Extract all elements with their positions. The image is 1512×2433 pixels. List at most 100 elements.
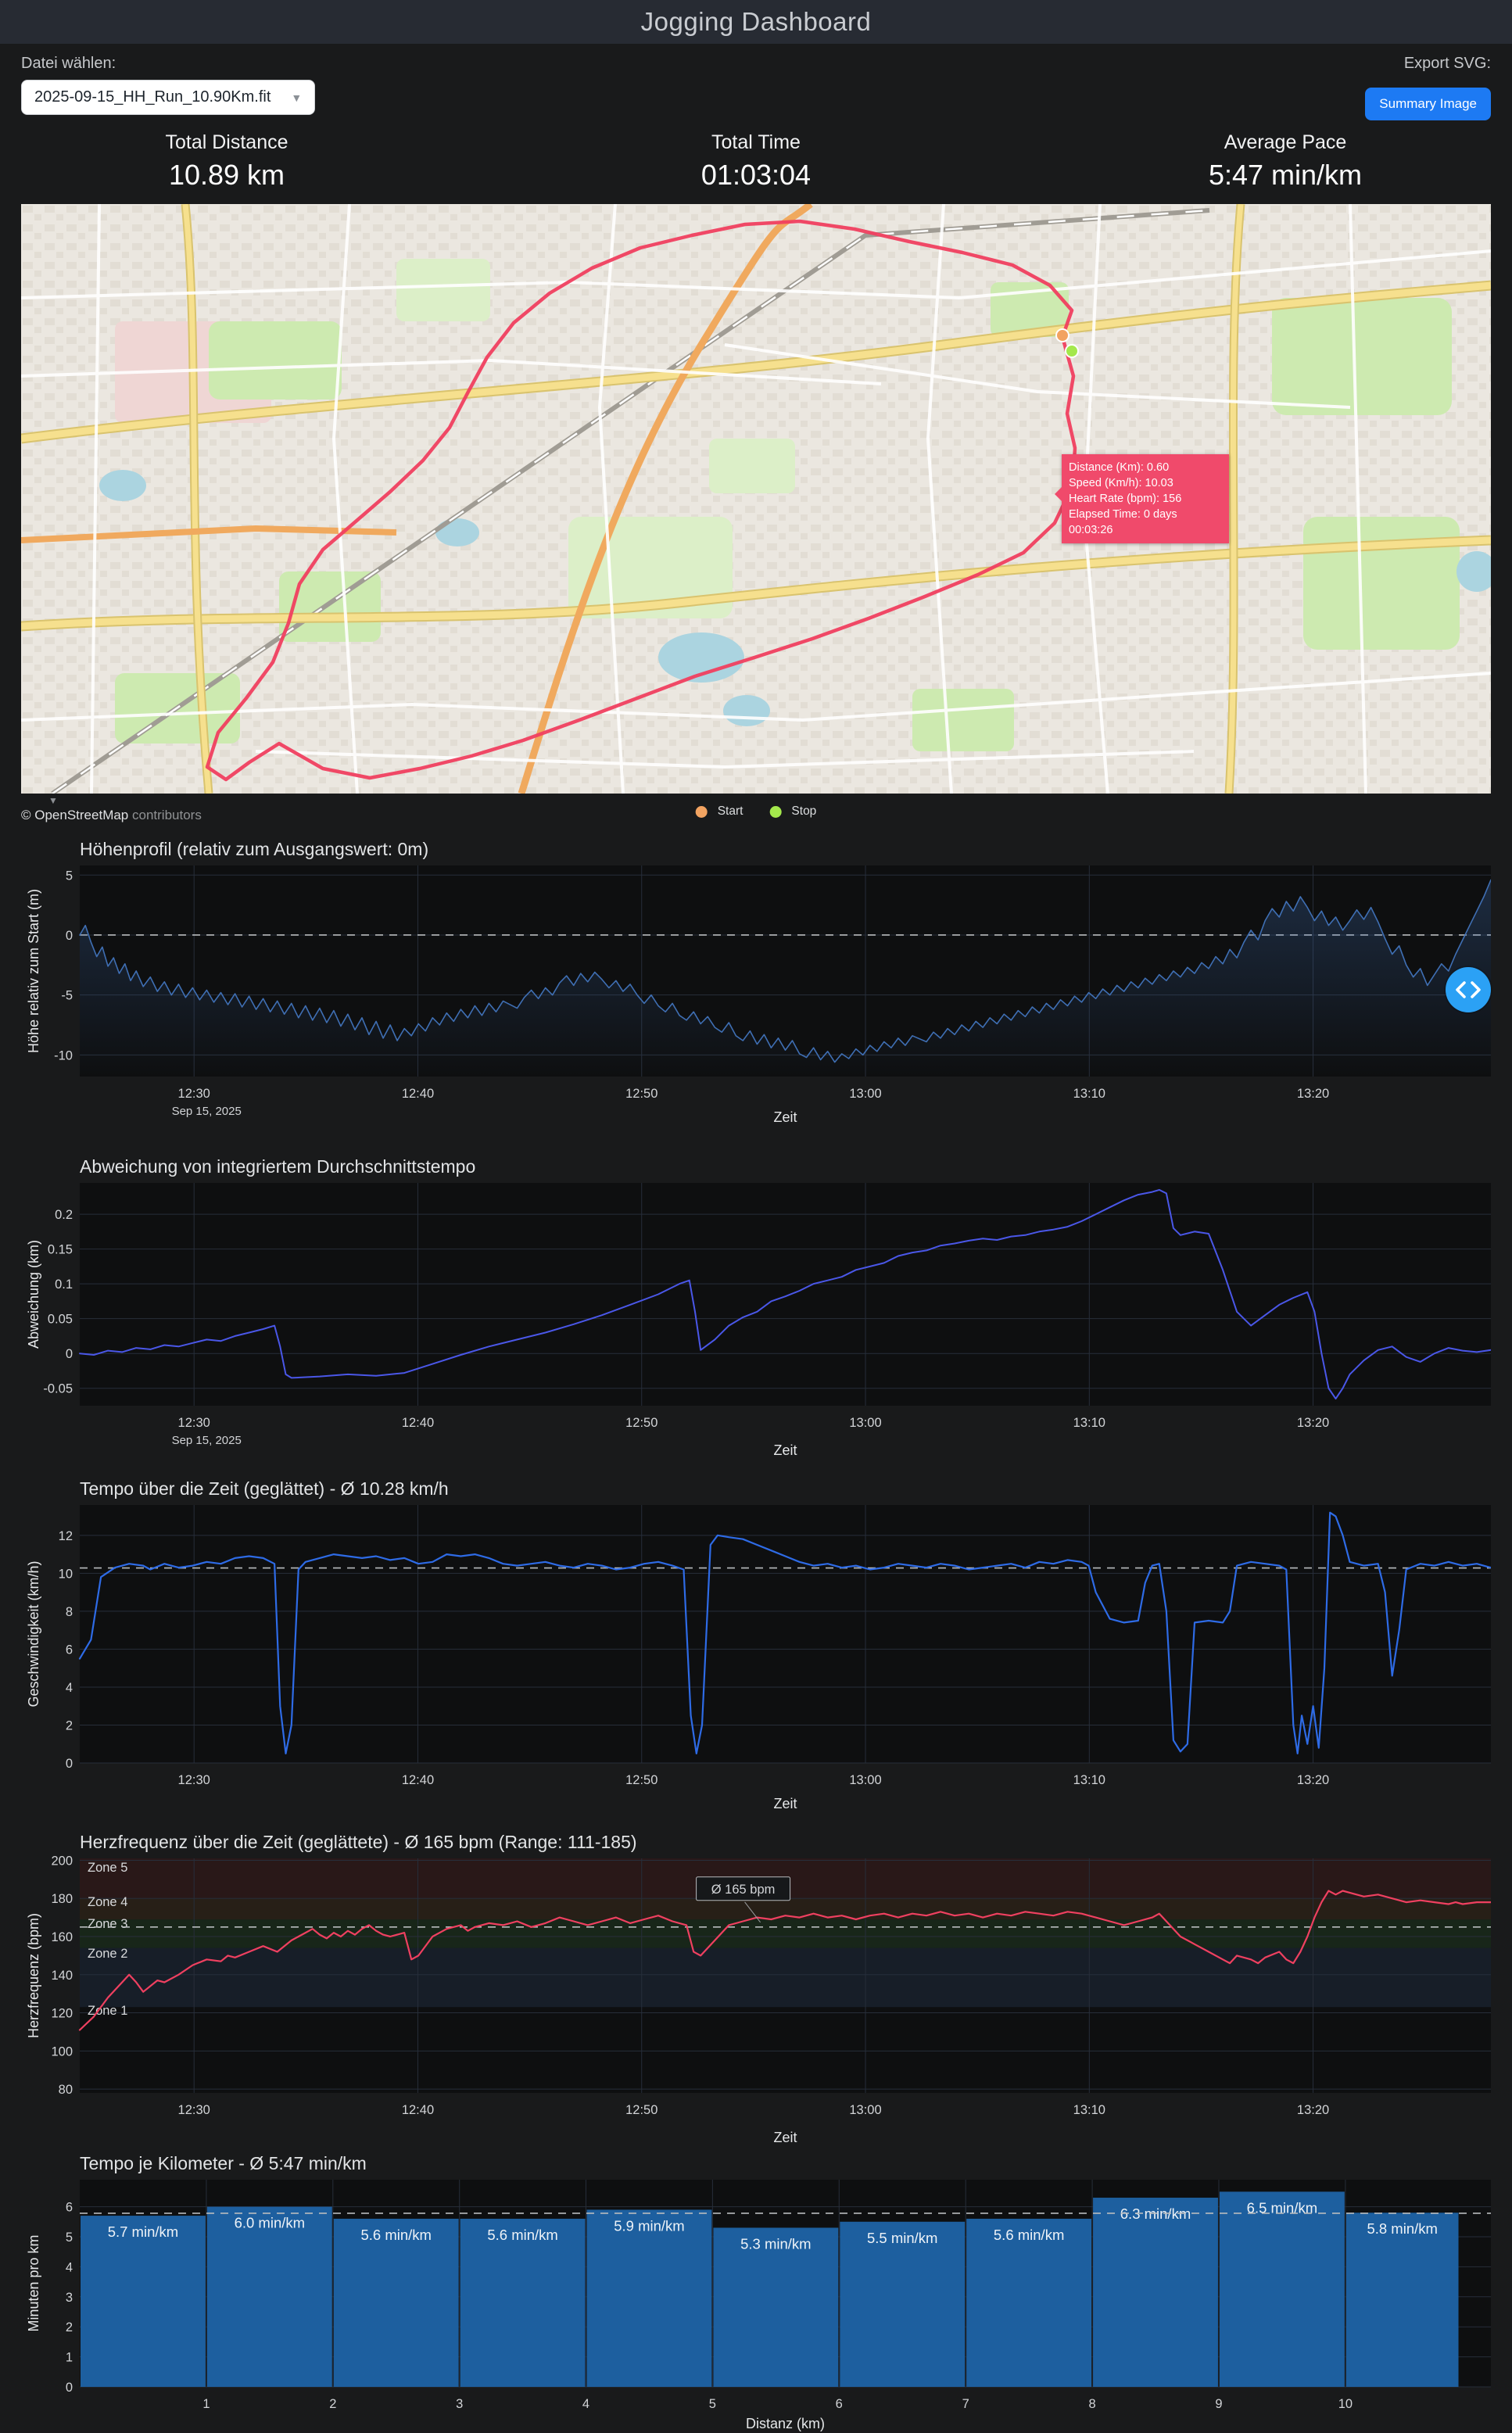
svg-text:Abweichung (km): Abweichung (km) [26,1240,41,1349]
map-attribution[interactable]: © OpenStreetMap contributors [21,808,202,823]
elevation-chart-block: Höhenprofil (relativ zum Ausgangswert: 0… [21,833,1491,1127]
svg-text:13:10: 13:10 [1073,1087,1105,1101]
export-label: Export SVG: [1403,55,1491,72]
svg-text:13:10: 13:10 [1073,1416,1105,1430]
svg-text:6: 6 [66,1643,73,1657]
svg-text:13:20: 13:20 [1297,1773,1329,1787]
svg-text:-0.05: -0.05 [43,1382,73,1396]
svg-text:13:20: 13:20 [1297,1087,1329,1101]
svg-text:13:00: 13:00 [849,2103,881,2117]
stat-average-pace: Average Pace 5:47 min/km [1152,131,1418,192]
start-marker [1055,328,1070,342]
svg-text:2: 2 [66,2320,73,2334]
svg-text:5.6 min/km: 5.6 min/km [994,2227,1064,2243]
svg-text:5.5 min/km: 5.5 min/km [867,2230,937,2246]
stat-label: Total Distance [165,131,288,153]
svg-text:13:00: 13:00 [849,1773,881,1787]
pace-per-km-chart[interactable]: 1 2 3 4 5 6 7 8 9 1065432105.7 min/km6.0 min/km5.… [21,2175,1491,2433]
legend-stop-label: Stop [791,804,817,818]
elevation-chart[interactable]: 12:30 Sep 15, 2025 12:40 12:50 13:00 13:10 13:… [21,861,1491,1127]
osm-attribution-dim: contributors [132,808,202,822]
route-map[interactable]: Distance (Km): 0.60 Speed (Km/h): 10.03 … [21,204,1491,794]
svg-text:12:40: 12:40 [402,1773,434,1787]
svg-text:0.05: 0.05 [48,1313,73,1327]
svg-text:12:50: 12:50 [625,2103,657,2117]
svg-text:4: 4 [66,1681,73,1695]
svg-text:Sep 15, 2025: Sep 15, 2025 [172,1105,242,1118]
svg-text:0: 0 [66,2381,73,2395]
stop-marker [1065,344,1079,358]
svg-text:13:20: 13:20 [1297,2103,1329,2117]
svg-text:3: 3 [456,2397,463,2411]
deviation-chart[interactable]: 12:30 Sep 15, 2025 12:40 12:50 13:00 13:10 13:… [21,1178,1491,1460]
svg-text:7: 7 [962,2397,969,2411]
svg-text:13:00: 13:00 [849,1416,881,1430]
svg-text:Zone 4: Zone 4 [88,1895,127,1909]
stat-total-distance: Total Distance 10.89 km [94,131,360,192]
file-select-group: Datei wählen: 2025-09-15_HH_Run_10.90Km.… [21,55,316,115]
svg-text:Minuten pro km: Minuten pro km [26,2234,41,2331]
file-select-label: Datei wählen: [21,55,116,72]
svg-text:12:40: 12:40 [402,1087,434,1101]
svg-text:180: 180 [51,1892,73,1906]
svg-text:Zeit: Zeit [773,2130,797,2145]
svg-text:3: 3 [66,2291,73,2305]
svg-text:Zeit: Zeit [773,1109,797,1125]
svg-text:0: 0 [66,1347,73,1361]
collapse-caret-icon[interactable]: ▼ [48,795,58,806]
svg-text:8: 8 [66,1605,73,1619]
svg-text:8: 8 [1088,2397,1095,2411]
svg-text:5: 5 [66,869,73,883]
svg-text:12: 12 [59,1529,73,1543]
svg-text:Zeit: Zeit [773,1442,797,1458]
svg-text:13:10: 13:10 [1073,2103,1105,2117]
legend-start-label: Start [717,804,743,818]
svg-text:160: 160 [51,1930,73,1944]
svg-text:2: 2 [329,2397,336,2411]
stop-dot-icon [769,805,782,818]
svg-text:Zeit: Zeit [773,1796,797,1811]
svg-text:Höhe relativ zum Start (m): Höhe relativ zum Start (m) [26,889,41,1053]
speed-chart[interactable]: 12:30 12:40 12:50 13:00 13:10 13:20 12 10 8 6 4 2 0 Z… [21,1500,1491,1813]
svg-text:12:50: 12:50 [625,1773,657,1787]
svg-text:12:40: 12:40 [402,1416,434,1430]
svg-text:2: 2 [66,1718,73,1732]
svg-text:13:10: 13:10 [1073,1773,1105,1787]
tooltip-speed: Speed (Km/h): 10.03 [1069,477,1173,489]
speed-chart-block: Tempo über die Zeit (geglättet) - Ø 10.2… [21,1472,1491,1813]
osm-attribution-link[interactable]: © OpenStreetMap [21,808,128,822]
legend-start[interactable]: Start [695,804,743,819]
svg-text:80: 80 [59,2083,73,2097]
app-header: Jogging Dashboard [0,0,1512,44]
svg-text:120: 120 [51,2007,73,2021]
pan-navigation-button[interactable] [1446,967,1491,1012]
file-select[interactable]: 2025-09-15_HH_Run_10.90Km.fit ▼ [21,80,316,115]
svg-text:6.0 min/km: 6.0 min/km [235,2215,305,2231]
svg-text:12:30: 12:30 [178,1087,210,1101]
tooltip-distance: Distance (Km): 0.60 [1069,461,1170,474]
stat-value: 5:47 min/km [1208,159,1363,191]
tooltip-heart-rate: Heart Rate (bpm): 156 [1069,493,1182,505]
stat-value: 10.89 km [168,159,285,191]
svg-text:4: 4 [582,2397,589,2411]
svg-text:Zone 2: Zone 2 [88,1947,127,1961]
tooltip-elapsed-time: Elapsed Time: 0 days 00:03:26 [1069,508,1177,536]
heart-rate-chart-title: Herzfrequenz über die Zeit (geglättete) … [80,1832,637,1852]
svg-text:12:30: 12:30 [178,1773,210,1787]
stat-value: 01:03:04 [700,159,812,191]
svg-text:-5: -5 [61,989,73,1003]
deviation-chart-title: Abweichung von integriertem Durchschnitt… [80,1156,476,1177]
svg-text:200: 200 [51,1854,73,1868]
stats-row: Total Distance 10.89 km Total Time 01:03… [0,124,1512,192]
elevation-chart-title: Höhenprofil (relativ zum Ausgangswert: 0… [80,839,429,859]
chevron-down-icon: ▼ [291,91,303,104]
map-canvas [21,204,1491,794]
svg-text:0.1: 0.1 [55,1277,73,1292]
heart-rate-chart[interactable]: 12:30 12:40 12:50 13:00 13:10 13:20 200 180 160 1… [21,1854,1491,2147]
summary-image-button[interactable]: Summary Image [1365,88,1491,120]
svg-text:Geschwindigkeit (km/h): Geschwindigkeit (km/h) [26,1560,41,1707]
legend-stop[interactable]: Stop [769,804,816,819]
svg-text:5.6 min/km: 5.6 min/km [360,2227,431,2243]
page-title: Jogging Dashboard [640,7,872,36]
svg-text:10: 10 [1338,2397,1353,2411]
